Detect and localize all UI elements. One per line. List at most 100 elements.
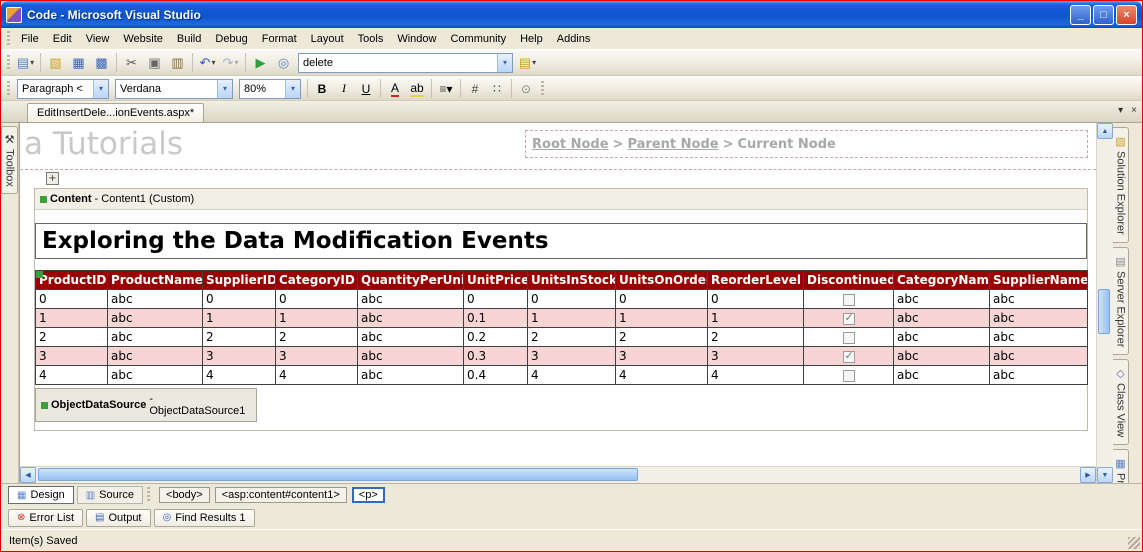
- source-view-button[interactable]: ▥ Source: [77, 486, 143, 504]
- vertical-scrollbar[interactable]: ▲ ▼: [1096, 123, 1113, 483]
- copy-button[interactable]: ▣: [143, 52, 166, 74]
- horizontal-scroll-track[interactable]: [36, 467, 1080, 483]
- tab-class-view[interactable]: ◇Class View: [1113, 359, 1129, 445]
- scroll-up-icon[interactable]: ▲: [1097, 123, 1113, 139]
- menu-item-window[interactable]: Window: [390, 30, 443, 48]
- hyperlink-icon: ⊙: [521, 82, 531, 96]
- block-format-value: Paragraph <: [22, 83, 89, 95]
- objectdatasource-control[interactable]: ObjectDataSource - ObjectDataSource1: [35, 388, 257, 422]
- numbered-list-button[interactable]: #: [464, 79, 486, 99]
- combo-dropdown-icon[interactable]: ▾: [285, 80, 300, 98]
- save-button[interactable]: ▦: [67, 52, 90, 74]
- vertical-scroll-thumb[interactable]: [1098, 289, 1110, 334]
- italic-button[interactable]: I: [333, 79, 355, 99]
- design-surface[interactable]: a Tutorials Root Node>Parent Node>Curren…: [20, 123, 1096, 466]
- tab-server-explorer[interactable]: ▤Server Explorer: [1113, 247, 1129, 355]
- paste-button[interactable]: ▥: [166, 52, 189, 74]
- toolbar-grip[interactable]: [541, 81, 544, 97]
- cut-button[interactable]: ✂: [120, 52, 143, 74]
- design-view-label: Design: [30, 489, 64, 501]
- open-file-button[interactable]: ▧: [44, 52, 67, 74]
- menu-item-layout[interactable]: Layout: [304, 30, 351, 48]
- tag-button[interactable]: <asp:content#content1>: [215, 487, 347, 503]
- gridview-control[interactable]: ProductIDProductNameSupplierIDCategoryID…: [35, 270, 1087, 385]
- breadcrumb-separator: >: [723, 137, 734, 152]
- find-combo[interactable]: delete ▾: [298, 53, 513, 73]
- vs-window: Code - Microsoft Visual Studio _ □ × Fil…: [0, 0, 1143, 552]
- menu-item-community[interactable]: Community: [443, 30, 513, 48]
- output-icon: ▤: [95, 512, 104, 523]
- maximize-button[interactable]: □: [1093, 5, 1114, 25]
- combo-dropdown-icon[interactable]: ▾: [497, 54, 512, 72]
- grid-cell: abc: [990, 328, 1088, 347]
- highlight-button[interactable]: ab: [406, 79, 428, 99]
- combo-dropdown-icon[interactable]: ▾: [217, 80, 232, 98]
- undo-button[interactable]: ↶▾: [196, 52, 219, 74]
- other-windows-button[interactable]: ▤▾: [516, 52, 539, 74]
- tag-button[interactable]: <p>: [352, 487, 385, 503]
- menu-item-addins[interactable]: Addins: [550, 30, 598, 48]
- bold-button[interactable]: B: [311, 79, 333, 99]
- menu-item-file[interactable]: File: [14, 30, 46, 48]
- close-document-icon[interactable]: ×: [1131, 105, 1137, 116]
- toolbar-grip[interactable]: [7, 55, 10, 71]
- grid-cell: 2: [708, 328, 804, 347]
- scroll-right-icon[interactable]: ▶: [1080, 467, 1096, 483]
- bullet-list-button[interactable]: ∷: [486, 79, 508, 99]
- smart-tag-icon: [40, 196, 47, 203]
- combo-dropdown-icon[interactable]: ▾: [93, 80, 108, 98]
- tab-properties[interactable]: ▦Properties: [1113, 449, 1129, 483]
- menu-item-tools[interactable]: Tools: [351, 30, 391, 48]
- vertical-scroll-track[interactable]: [1097, 139, 1113, 467]
- tab-solution-explorer[interactable]: ▧Solution Explorer: [1113, 127, 1129, 243]
- panel-tab-output[interactable]: ▤Output: [86, 509, 150, 527]
- horizontal-scroll-thumb[interactable]: [38, 468, 638, 481]
- font-name-combo[interactable]: Verdana ▾: [115, 79, 233, 99]
- toolbox-tab[interactable]: ⚒ Toolbox: [1, 126, 18, 194]
- menu-item-help[interactable]: Help: [513, 30, 550, 48]
- panel-tab-find-results-1[interactable]: ◎Find Results 1: [154, 509, 255, 527]
- scroll-left-icon[interactable]: ◀: [20, 467, 36, 483]
- view-in-browser-icon: ◎: [278, 55, 289, 71]
- bold-icon: B: [318, 82, 327, 96]
- toolbar-grip[interactable]: [7, 31, 10, 47]
- menu-item-view[interactable]: View: [79, 30, 117, 48]
- view-in-browser-button[interactable]: ◎: [272, 52, 295, 74]
- align-button[interactable]: ≡▾: [435, 79, 457, 99]
- font-size-combo[interactable]: 80% ▾: [239, 79, 301, 99]
- menu-item-format[interactable]: Format: [255, 30, 304, 48]
- start-debug-button[interactable]: ▶: [249, 52, 272, 74]
- toolbar-grip[interactable]: [7, 81, 10, 97]
- block-format-combo[interactable]: Paragraph < ▾: [17, 79, 109, 99]
- save-all-button[interactable]: ▩: [90, 52, 113, 74]
- start-debug-icon: ▶: [256, 55, 266, 71]
- title-bar[interactable]: Code - Microsoft Visual Studio _ □ ×: [1, 1, 1142, 28]
- design-column: a Tutorials Root Node>Parent Node>Curren…: [19, 123, 1096, 483]
- font-color-button[interactable]: A: [384, 79, 406, 99]
- close-button[interactable]: ×: [1116, 5, 1137, 25]
- tab-list-dropdown-icon[interactable]: ▾: [1118, 105, 1123, 116]
- underline-button[interactable]: U: [355, 79, 377, 99]
- content-region[interactable]: Content - Content1 (Custom) Exploring th…: [34, 188, 1088, 431]
- menu-item-edit[interactable]: Edit: [46, 30, 79, 48]
- status-bar: Item(s) Saved: [1, 529, 1142, 551]
- scroll-down-icon[interactable]: ▼: [1097, 467, 1113, 483]
- move-handle-icon[interactable]: +: [46, 172, 59, 185]
- objectdatasource-detail: - ObjectDataSource1: [149, 393, 251, 417]
- grid-cell: 0.1: [464, 309, 528, 328]
- grid-cell: 0: [464, 290, 528, 309]
- content-region-header[interactable]: Content - Content1 (Custom): [35, 189, 1087, 210]
- design-view-button[interactable]: ▦ Design: [8, 486, 74, 504]
- new-item-button[interactable]: ▤▾: [14, 52, 37, 74]
- resize-grip[interactable]: [1128, 537, 1140, 549]
- menu-item-website[interactable]: Website: [116, 30, 170, 48]
- menu-item-build[interactable]: Build: [170, 30, 208, 48]
- horizontal-scrollbar[interactable]: ◀ ▶: [20, 466, 1096, 483]
- menu-item-debug[interactable]: Debug: [208, 30, 254, 48]
- minimize-button[interactable]: _: [1070, 5, 1091, 25]
- panel-tab-error-list[interactable]: ⊗Error List: [8, 509, 83, 527]
- tag-button[interactable]: <body>: [159, 487, 210, 503]
- grid-column-header: ProductName: [108, 271, 203, 290]
- document-tab[interactable]: EditInsertDele...ionEvents.aspx*: [27, 103, 204, 122]
- grid-cell: abc: [894, 290, 990, 309]
